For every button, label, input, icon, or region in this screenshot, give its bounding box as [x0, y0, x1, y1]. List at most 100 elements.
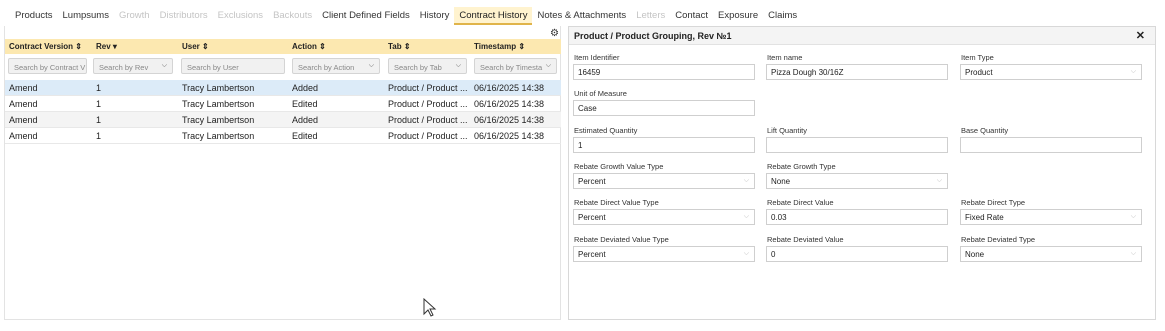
- chevron-down-icon: ⌵: [1130, 250, 1136, 257]
- filter-tab-select[interactable]: Search by Tab ⌵: [388, 58, 467, 74]
- column-header-contract-version[interactable]: Contract Version ⇕: [5, 39, 92, 54]
- table-row[interactable]: Amend 1 Tracy Lambertson Added Product /…: [5, 80, 561, 96]
- item-identifier-field[interactable]: 16459: [573, 64, 755, 80]
- tab-notes-attachments[interactable]: Notes & Attachments: [532, 7, 631, 25]
- filter-placeholder: Search by Rev: [99, 63, 149, 72]
- cell-tab: Product / Product ...: [388, 130, 468, 141]
- sort-icon[interactable]: ⇕: [404, 42, 411, 51]
- tab-letters: Letters: [636, 10, 666, 21]
- tab-growth: Growth: [118, 10, 150, 21]
- table-row[interactable]: Amend 1 Tracy Lambertson Edited Product …: [5, 96, 561, 112]
- cell-tab: Product / Product ...: [388, 82, 468, 93]
- tab-backouts: Backouts: [273, 10, 313, 21]
- rebate-direct-type-select[interactable]: Fixed Rate ⌵: [960, 209, 1142, 225]
- chevron-down-icon: ⌵: [743, 213, 749, 220]
- select-value: None: [965, 250, 985, 259]
- column-label: Rev: [96, 42, 111, 51]
- rebate-growth-value-type-select[interactable]: Percent ⌵: [573, 173, 755, 189]
- rebate-growth-type-select[interactable]: None ⌵: [766, 173, 948, 189]
- select-value: None: [771, 177, 791, 186]
- rebate-direct-value-type-select[interactable]: Percent ⌵: [573, 209, 755, 225]
- cell-version: Amend: [9, 130, 38, 141]
- item-identifier-label: Item Identifier: [574, 53, 620, 62]
- item-type-select[interactable]: Product ⌵: [960, 64, 1142, 80]
- column-label: User: [182, 42, 200, 51]
- filter-action-select[interactable]: Search by Action ⌵: [292, 58, 380, 74]
- column-header-rev[interactable]: Rev ▾: [92, 39, 178, 54]
- cell-version: Amend: [9, 98, 38, 109]
- unit-of-measure-label: Unit of Measure: [574, 89, 627, 98]
- select-value: Fixed Rate: [965, 213, 1004, 222]
- sort-icon[interactable]: ⇕: [518, 42, 525, 51]
- tab-claims[interactable]: Claims: [763, 7, 802, 25]
- sort-desc-icon[interactable]: ▾: [113, 42, 117, 51]
- close-icon[interactable]: ✕: [1136, 29, 1145, 42]
- rebate-deviated-value-field[interactable]: 0: [766, 246, 948, 262]
- chevron-down-icon: ⌵: [743, 250, 749, 257]
- select-value: Percent: [578, 177, 606, 186]
- rebate-direct-value-type-label: Rebate Direct Value Type: [574, 198, 659, 207]
- unit-of-measure-field[interactable]: Case: [573, 100, 755, 116]
- filter-placeholder: Search by Timesta: [480, 63, 543, 72]
- contract-history-grid: Contract Version ⇕ Rev ▾ User ⇕ Action ⇕…: [4, 26, 561, 320]
- chevron-down-icon: ⌵: [368, 62, 374, 69]
- table-row[interactable]: Amend 1 Tracy Lambertson Edited Product …: [5, 128, 561, 144]
- filter-timestamp-select[interactable]: Search by Timesta ⌵: [474, 58, 557, 74]
- table-row[interactable]: Amend 1 Tracy Lambertson Added Product /…: [5, 112, 561, 128]
- filter-rev-select[interactable]: Search by Rev ⌵: [93, 58, 173, 74]
- tab-lumpsums[interactable]: Lumpsums: [58, 7, 114, 25]
- cell-action: Edited: [292, 130, 318, 141]
- base-quantity-field[interactable]: [960, 137, 1142, 153]
- tab-contact[interactable]: Contact: [670, 7, 713, 25]
- estimated-quantity-label: Estimated Quantity: [574, 126, 638, 135]
- cell-rev: 1: [96, 130, 102, 141]
- cell-user: Tracy Lambertson: [182, 82, 255, 93]
- filter-user-input[interactable]: Search by User: [181, 58, 285, 74]
- chevron-down-icon: ⌵: [743, 177, 749, 184]
- estimated-quantity-field[interactable]: 1: [573, 137, 755, 153]
- grid-body: Amend 1 Tracy Lambertson Added Product /…: [5, 80, 561, 144]
- sort-icon[interactable]: ⇕: [319, 42, 326, 51]
- select-value: Percent: [578, 250, 606, 259]
- filter-contract-version-input[interactable]: Search by Contract V: [8, 58, 87, 74]
- rebate-deviated-value-label: Rebate Deviated Value: [767, 235, 844, 244]
- chevron-down-icon: ⌵: [545, 62, 551, 69]
- cell-version: Amend: [9, 114, 38, 125]
- column-header-tab[interactable]: Tab ⇕: [384, 39, 470, 54]
- column-label: Timestamp: [474, 42, 517, 51]
- item-name-field[interactable]: Pizza Dough 30/16Z: [766, 64, 948, 80]
- rebate-deviated-value-type-select[interactable]: Percent ⌵: [573, 246, 755, 262]
- rebate-growth-value-type-label: Rebate Growth Value Type: [574, 162, 664, 171]
- cell-timestamp: 06/16/2025 14:38: [474, 114, 545, 125]
- cell-action: Edited: [292, 98, 318, 109]
- column-label: Tab: [388, 42, 402, 51]
- cell-timestamp: 06/16/2025 14:38: [474, 82, 545, 93]
- sort-icon[interactable]: ⇕: [75, 42, 82, 51]
- tab-exposure[interactable]: Exposure: [713, 7, 763, 25]
- detail-panel-header: Product / Product Grouping, Rev №1 ✕: [569, 27, 1155, 45]
- tab-bar: Products Lumpsums Growth Distributors Ex…: [10, 7, 802, 25]
- column-label: Action: [292, 42, 317, 51]
- rebate-deviated-type-select[interactable]: None ⌵: [960, 246, 1142, 262]
- sort-icon[interactable]: ⇕: [202, 42, 209, 51]
- column-header-action[interactable]: Action ⇕: [288, 39, 384, 54]
- rebate-direct-value-field[interactable]: 0.03: [766, 209, 948, 225]
- cell-action: Added: [292, 82, 319, 93]
- tab-distributors: Distributors: [159, 10, 208, 21]
- tab-products[interactable]: Products: [10, 7, 58, 25]
- cell-user: Tracy Lambertson: [182, 130, 255, 141]
- detail-panel: Product / Product Grouping, Rev №1 ✕ Ite…: [568, 26, 1156, 320]
- filter-placeholder: Search by Tab: [394, 63, 442, 72]
- column-header-user[interactable]: User ⇕: [178, 39, 288, 54]
- rebate-direct-value-label: Rebate Direct Value: [767, 198, 834, 207]
- select-value: Percent: [578, 213, 606, 222]
- tab-client-defined-fields[interactable]: Client Defined Fields: [317, 7, 415, 25]
- tab-history[interactable]: History: [415, 7, 455, 25]
- lift-quantity-label: Lift Quantity: [767, 126, 808, 135]
- cell-user: Tracy Lambertson: [182, 114, 255, 125]
- chevron-down-icon: ⌵: [936, 177, 942, 184]
- lift-quantity-field[interactable]: [766, 137, 948, 153]
- column-header-timestamp[interactable]: Timestamp ⇕: [470, 39, 561, 54]
- rebate-direct-type-label: Rebate Direct Type: [961, 198, 1026, 207]
- tab-contract-history[interactable]: Contract History: [454, 7, 533, 25]
